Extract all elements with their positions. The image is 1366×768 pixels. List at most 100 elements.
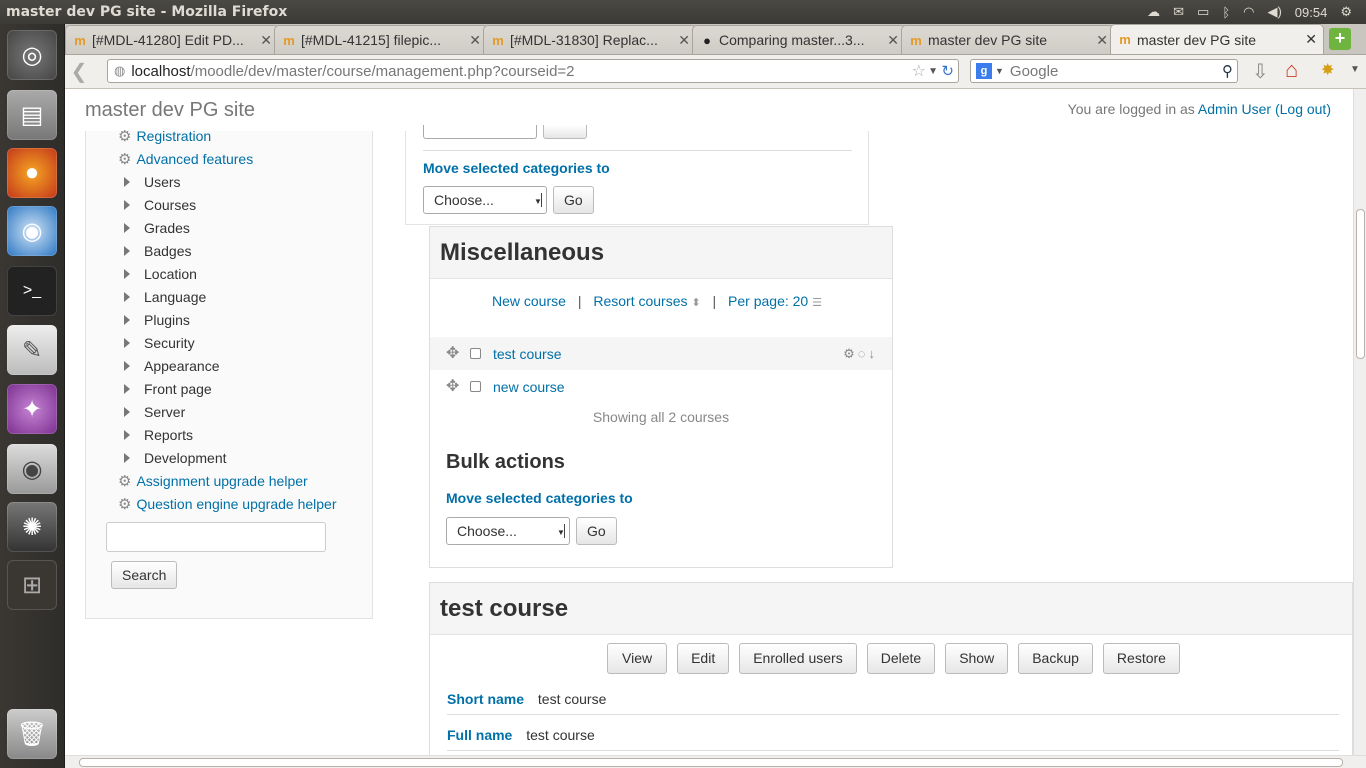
scrollbar-thumb[interactable] (79, 758, 1343, 767)
close-icon[interactable]: ✕ (1305, 31, 1317, 48)
close-icon[interactable]: ✕ (1096, 32, 1108, 49)
trash-icon[interactable]: 🗑 (7, 709, 57, 759)
volume-icon[interactable]: ◀) (1267, 4, 1281, 20)
bluetooth-icon[interactable]: ᛒ (1222, 5, 1230, 20)
terminal-icon[interactable]: >_ (7, 266, 57, 316)
files-icon[interactable]: ▤ (7, 90, 57, 140)
new-course-link[interactable]: New course (492, 293, 566, 309)
text-editor-icon[interactable]: ✎ (7, 325, 57, 375)
tab-3[interactable]: ● Comparing master...3... ✕ (692, 25, 906, 54)
clock[interactable]: 09:54 (1295, 5, 1328, 20)
horizontal-scrollbar[interactable] (65, 755, 1366, 768)
close-icon[interactable]: ✕ (887, 32, 899, 49)
vertical-scrollbar[interactable] (1353, 89, 1366, 755)
logout-link[interactable]: (Log out) (1275, 101, 1331, 117)
tree-item-grades[interactable]: Grades (118, 218, 190, 238)
gear-icon[interactable]: ⚙ (843, 346, 858, 361)
menu-icon[interactable]: ☰ (812, 297, 822, 309)
tree-item-reports[interactable]: Reports (118, 425, 193, 445)
home-icon[interactable]: ⌂ (1285, 57, 1298, 83)
show-button[interactable]: Show (945, 643, 1009, 674)
tree-item-front-page[interactable]: Front page (118, 379, 212, 399)
delete-button[interactable]: Delete (866, 643, 936, 674)
tree-item-assignment-upgrade[interactable]: ⚙ Assignment upgrade helper (118, 471, 308, 491)
per-page-link[interactable]: Per page: 20 (728, 293, 808, 309)
move-categories-select[interactable]: Choose... ▼ (423, 186, 547, 214)
chevron-down-icon[interactable]: ▼ (1350, 64, 1360, 75)
bulk-move-select[interactable]: Choose... ▼ (446, 517, 570, 545)
search-bar[interactable]: g ▼ Google ⚲ (970, 59, 1238, 83)
resort-courses-link[interactable]: Resort courses (593, 293, 687, 309)
close-icon[interactable]: ✕ (260, 32, 272, 49)
tree-item-appearance[interactable]: Appearance (118, 356, 220, 376)
sort-icon[interactable]: ⬍ (691, 297, 700, 309)
course-row[interactable]: ✥ test course ⚙◌↓ (430, 337, 892, 370)
course-row[interactable]: ✥ new course (430, 370, 892, 403)
power-icon[interactable]: ⚙ (1340, 4, 1352, 20)
google-icon[interactable]: g (976, 63, 992, 79)
chevron-down-icon[interactable]: ▼ (995, 66, 1004, 76)
tab-0[interactable]: m [#MDL-41280] Edit PD... ✕ (65, 25, 279, 54)
cloud-icon[interactable]: ☁ (1147, 4, 1160, 20)
tree-item-badges[interactable]: Badges (118, 241, 191, 261)
bulk-move-go-button[interactable]: Go (576, 517, 617, 545)
hide-icon[interactable]: ◌ (858, 346, 869, 361)
move-icon[interactable]: ✥ (446, 378, 462, 395)
move-down-icon[interactable]: ↓ (869, 346, 879, 361)
close-icon[interactable]: ✕ (469, 32, 481, 49)
battery-icon[interactable]: ▭ (1197, 4, 1209, 20)
dash-icon[interactable]: ◎ (7, 30, 57, 80)
tree-item-development[interactable]: Development (118, 448, 227, 468)
tree-item-security[interactable]: Security (118, 333, 195, 353)
view-button[interactable]: View (607, 643, 668, 674)
speaker-icon[interactable]: ◉ (7, 444, 57, 494)
tab-5-active[interactable]: m master dev PG site ✕ (1110, 24, 1324, 54)
backup-button[interactable]: Backup (1018, 643, 1093, 674)
tree-item-plugins[interactable]: Plugins (118, 310, 190, 330)
user-link[interactable]: Admin User (1198, 101, 1271, 117)
site-name[interactable]: master dev PG site (85, 99, 255, 122)
course-checkbox[interactable] (470, 348, 481, 359)
course-link[interactable]: new course (493, 379, 565, 395)
tree-item-question-engine-upgrade[interactable]: ⚙ Question engine upgrade helper (118, 494, 337, 514)
addon-icon[interactable]: ✸ (1321, 60, 1334, 80)
pidgin-icon[interactable]: ✦ (7, 384, 57, 434)
tab-2[interactable]: m [#MDL-31830] Replac... ✕ (483, 25, 697, 54)
back-button[interactable]: ❮ (65, 59, 93, 84)
tree-item-courses[interactable]: Courses (118, 195, 196, 215)
workspaces-icon[interactable]: ⊞ (7, 560, 57, 610)
url-bar[interactable]: ◍ localhost/moodle/dev/master/course/man… (107, 59, 959, 83)
restore-button[interactable]: Restore (1102, 643, 1180, 674)
scrollbar-thumb[interactable] (1356, 209, 1365, 359)
move-icon[interactable]: ✥ (446, 345, 462, 362)
edit-button[interactable]: Edit (677, 643, 730, 674)
admin-search-input[interactable] (106, 522, 326, 552)
gimp-icon[interactable]: ✺ (7, 502, 57, 552)
new-tab-button[interactable]: + (1329, 28, 1351, 50)
tree-link[interactable]: Question engine upgrade helper (136, 496, 336, 512)
move-categories-go-button[interactable]: Go (553, 186, 594, 214)
tree-item-location[interactable]: Location (118, 264, 197, 284)
admin-search-button[interactable]: Search (111, 561, 178, 589)
course-link[interactable]: test course (493, 346, 561, 362)
wifi-icon[interactable]: ◠ (1243, 4, 1254, 20)
chromium-icon[interactable]: ◉ (7, 206, 57, 256)
download-icon[interactable]: ⇩ (1252, 59, 1269, 84)
tree-item-language[interactable]: Language (118, 287, 206, 307)
tab-4[interactable]: m master dev PG site ✕ (901, 25, 1115, 54)
tree-item-server[interactable]: Server (118, 402, 185, 422)
reload-icon[interactable]: ↻ (941, 62, 954, 80)
close-icon[interactable]: ✕ (678, 32, 690, 49)
course-checkbox[interactable] (470, 381, 481, 392)
bookmark-star-icon[interactable]: ☆ (912, 61, 926, 81)
mail-icon[interactable]: ✉ (1173, 4, 1184, 20)
tree-link[interactable]: Assignment upgrade helper (136, 473, 307, 489)
tree-item-users[interactable]: Users (118, 172, 181, 192)
go-button-partial[interactable] (543, 125, 587, 139)
tree-link[interactable]: Registration (136, 128, 211, 144)
tab-1[interactable]: m [#MDL-41215] filepic... ✕ (274, 25, 488, 54)
category-select-partial[interactable] (423, 125, 537, 139)
chevron-down-icon[interactable]: ▼ (928, 66, 938, 77)
tree-item-advanced-features[interactable]: ⚙ Advanced features (118, 149, 253, 169)
search-icon[interactable]: ⚲ (1222, 62, 1233, 80)
